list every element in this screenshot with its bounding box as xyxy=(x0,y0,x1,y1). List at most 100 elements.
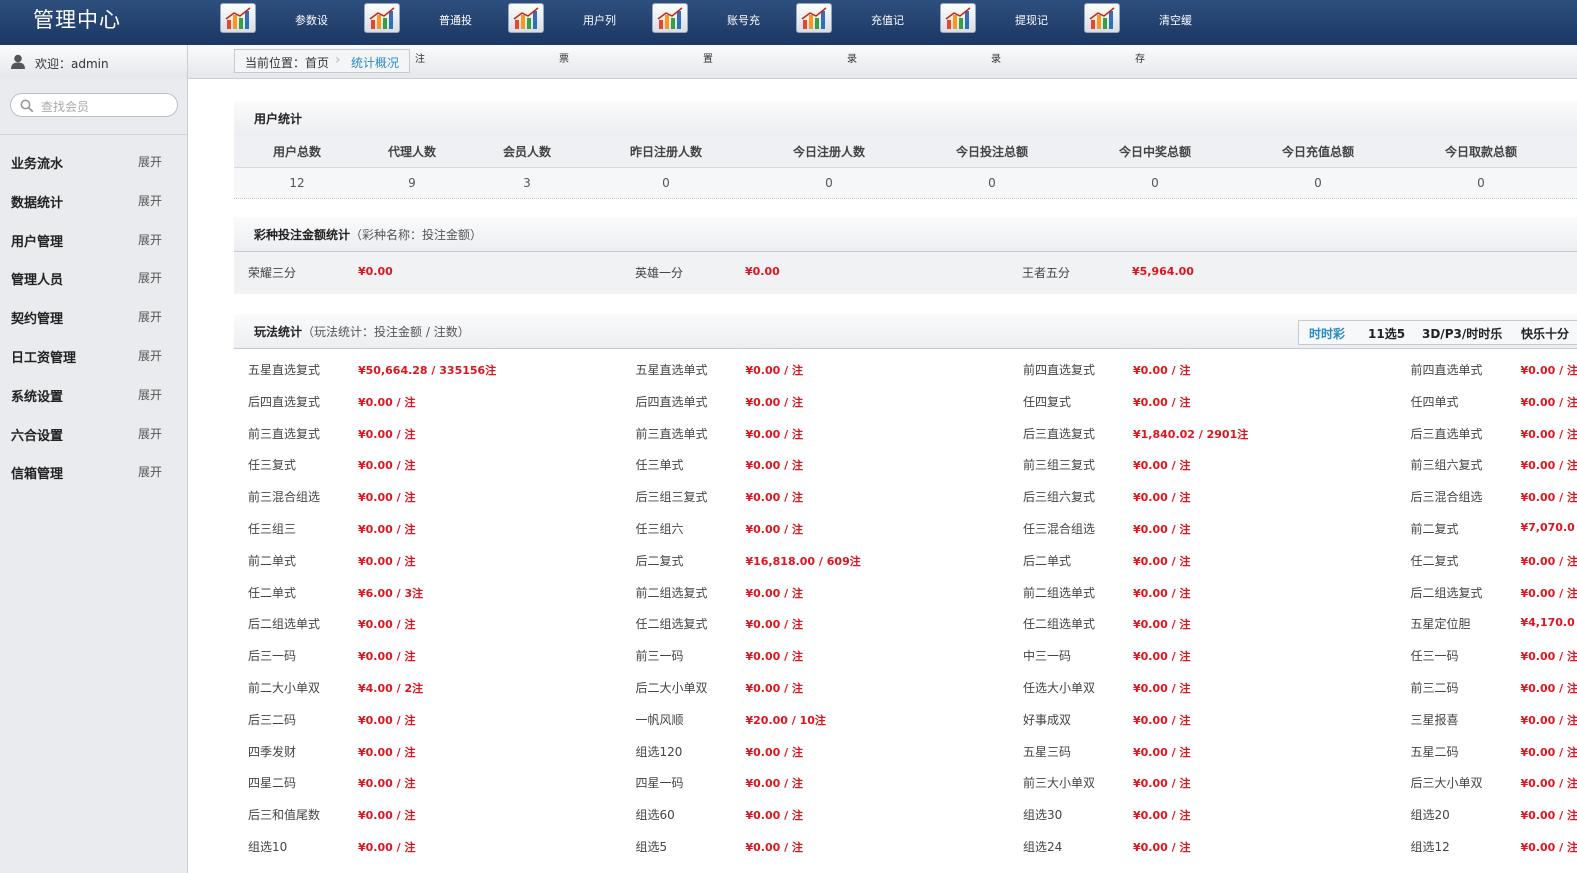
sidebar-expand-toggle[interactable]: 展开 xyxy=(138,231,162,248)
sidebar-expand-toggle[interactable]: 展开 xyxy=(138,153,162,170)
nav-item[interactable]: 普通投 xyxy=(364,0,508,45)
lottery-name: 英雄一分 xyxy=(635,266,684,280)
sidebar-expand-toggle[interactable]: 展开 xyxy=(138,269,162,286)
sidebar-item[interactable]: 管理人员 展开 xyxy=(0,261,187,295)
play-amount: ¥0.00 / 注 xyxy=(1520,491,1577,505)
play-name: 组选10 xyxy=(248,840,288,854)
stat-column-header: 今日中奖总额 xyxy=(1118,145,1191,159)
play-name: 任二组选单式 xyxy=(1023,617,1096,632)
nav-label: 用户列 xyxy=(583,14,616,27)
play-amount: ¥0.00 / 注 xyxy=(1133,554,1191,568)
play-name: 前三二码 xyxy=(1410,681,1459,695)
play-amount: ¥0.00 / 注 xyxy=(745,523,803,536)
stat-value: 0 xyxy=(662,176,670,190)
sidebar-expand-toggle[interactable]: 展开 xyxy=(138,192,162,209)
play-name: 组选60 xyxy=(635,808,675,823)
sidebar-divider xyxy=(0,134,187,135)
play-type-tab[interactable]: 快乐十分 xyxy=(1521,325,1569,342)
play-name: 四星二码 xyxy=(248,776,297,791)
play-amount: ¥0.00 / 注 xyxy=(358,618,416,632)
play-type-tab[interactable]: 3D/P3/时时乐 xyxy=(1422,325,1502,342)
nav-label: 普通投 xyxy=(439,14,472,27)
stat-column-header: 代理人数 xyxy=(387,145,436,159)
play-name: 前二组选单式 xyxy=(1023,585,1096,600)
play-name: 任三复式 xyxy=(248,458,297,473)
sidebar-item[interactable]: 日工资管理 展开 xyxy=(0,339,187,373)
play-name: 五星二码 xyxy=(1410,744,1459,759)
sidebar-item[interactable]: 系统设置 展开 xyxy=(0,378,187,412)
play-name: 组选20 xyxy=(1410,808,1450,823)
play-name: 任三组六 xyxy=(635,522,684,536)
sidebar-item[interactable]: 六合设置 展开 xyxy=(0,417,187,451)
breadcrumb: 当前位置：首页 › 统计概况 xyxy=(234,49,410,73)
chart-icon xyxy=(796,3,832,33)
search-icon xyxy=(20,99,34,113)
play-amount: ¥0.00 / 注 xyxy=(1520,745,1577,759)
sidebar-item[interactable]: 契约管理 展开 xyxy=(0,300,187,334)
play-amount: ¥20.00 / 10注 xyxy=(745,713,826,727)
user-stats-value-row: 12 9 3 0 0 0 0 0 0 xyxy=(234,168,1577,199)
play-amount: ¥0.00 / 注 xyxy=(1520,395,1577,409)
sidebar-item[interactable]: 用户管理 展开 xyxy=(0,223,187,257)
sidebar-item-label: 业务流水 xyxy=(11,157,64,172)
nav-item[interactable]: 提现记 xyxy=(940,0,1084,45)
breadcrumb-home[interactable]: 当前位置：首页 xyxy=(245,54,329,71)
play-amount: ¥0.00 / 注 xyxy=(745,427,803,441)
nav-item[interactable]: 参数设 xyxy=(220,0,364,45)
play-amount: ¥0.00 / 注 xyxy=(1520,554,1577,568)
nav-label: 清空缓 xyxy=(1159,14,1192,27)
play-amount: ¥0.00 / 注 xyxy=(745,459,803,473)
play-amount: ¥4,170.0 xyxy=(1520,616,1575,630)
stat-value: 12 xyxy=(289,176,305,190)
play-name: 任四单式 xyxy=(1410,394,1459,409)
play-type-tab[interactable]: 时时彩 xyxy=(1309,325,1345,342)
nav-item[interactable]: 用户列 xyxy=(508,0,652,45)
nav-item[interactable]: 账号充 xyxy=(652,0,796,45)
play-name: 后三二码 xyxy=(248,712,297,727)
sidebar-item-label: 六合设置 xyxy=(11,428,64,444)
play-name: 一帆风顺 xyxy=(635,712,684,727)
sidebar-expand-toggle[interactable]: 展开 xyxy=(138,425,162,442)
user-stats-header: 用户统计 xyxy=(234,101,1577,136)
play-name: 任三混合组选 xyxy=(1023,522,1096,536)
play-name: 前三大小单双 xyxy=(1023,776,1096,791)
play-name: 四季发财 xyxy=(248,744,297,759)
user-icon xyxy=(11,54,25,69)
stat-value: 0 xyxy=(1477,176,1485,190)
nav-item[interactable]: 充值记 xyxy=(796,0,940,45)
play-amount: ¥0.00 / 注 xyxy=(358,777,416,791)
chart-icon xyxy=(364,3,400,33)
sidebar-item[interactable]: 业务流水 展开 xyxy=(0,145,187,179)
nav-overflow-mark: 票 xyxy=(559,54,569,65)
play-name: 后二组选单式 xyxy=(248,617,321,632)
play-name: 前四直选单式 xyxy=(1410,363,1483,377)
search-input[interactable]: 查找会员 xyxy=(10,93,178,117)
play-amount: ¥0.00 / 注 xyxy=(358,809,416,823)
stat-column-header: 会员人数 xyxy=(502,145,551,159)
search-placeholder: 查找会员 xyxy=(41,100,90,114)
play-amount: ¥0.00 / 注 xyxy=(1133,682,1191,695)
breadcrumb-separator-icon: › xyxy=(335,52,341,68)
lottery-name: 王者五分 xyxy=(1022,266,1071,280)
play-name: 组选24 xyxy=(1023,840,1063,854)
sidebar-item[interactable]: 数据统计 展开 xyxy=(0,184,187,218)
play-amount: ¥0.00 / 注 xyxy=(358,491,416,505)
lottery-amount: ¥5,964.00 xyxy=(1132,265,1194,278)
stat-column-header: 今日充值总额 xyxy=(1281,145,1354,159)
play-name: 后三和值尾数 xyxy=(248,808,321,823)
play-amount: ¥0.00 / 注 xyxy=(745,395,803,409)
nav-item[interactable]: 清空缓 xyxy=(1084,0,1228,45)
play-amount: ¥0.00 / 注 xyxy=(745,809,803,823)
sidebar-expand-toggle[interactable]: 展开 xyxy=(138,308,162,325)
main-content: 用户统计 用户总数 代理人数 会员人数 昨日注册人数 今日注册人数 今日投注总额 今日中奖总… xyxy=(188,79,1577,873)
sidebar-expand-toggle[interactable]: 展开 xyxy=(138,347,162,364)
play-amount: ¥0.00 / 注 xyxy=(1133,395,1191,409)
play-amount: ¥0.00 / 注 xyxy=(358,395,416,409)
sidebar-expand-toggle[interactable]: 展开 xyxy=(138,386,162,403)
sidebar-expand-toggle[interactable]: 展开 xyxy=(138,463,162,480)
app-title: 管理中心 xyxy=(33,8,121,32)
play-type-tab[interactable]: 11选5 xyxy=(1368,325,1405,342)
sidebar-item[interactable]: 信箱管理 展开 xyxy=(0,455,187,489)
play-name: 后三直选复式 xyxy=(1023,426,1096,441)
play-amount: ¥16,818.00 / 609注 xyxy=(745,554,861,568)
